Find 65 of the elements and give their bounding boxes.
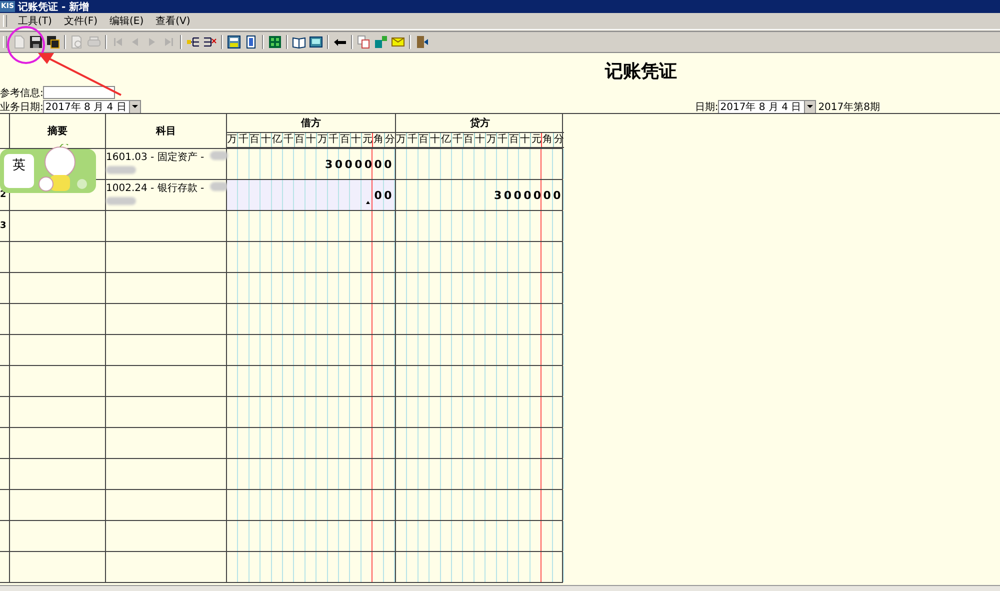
column-header: 贷方 xyxy=(470,116,490,130)
voucher-title: 记账凭证 xyxy=(605,60,677,83)
digit-unit: 百 xyxy=(464,133,475,147)
digit-unit: 十 xyxy=(350,133,362,147)
digit-unit: 角 xyxy=(542,133,554,147)
digit-unit: 角 xyxy=(373,133,385,147)
digit-unit: 万 xyxy=(396,133,408,147)
grid-icon[interactable] xyxy=(267,34,283,50)
digit-unit: 十 xyxy=(260,133,272,147)
period-label: 2017年第8期 xyxy=(818,100,880,114)
blurred-text xyxy=(210,151,228,160)
menu-item[interactable]: 编辑(E) xyxy=(105,14,148,28)
digit-unit: 百 xyxy=(250,133,261,147)
reference-field[interactable] xyxy=(43,86,116,99)
window-title: 记账凭证 - 新增 xyxy=(18,0,90,14)
digit-unit: 千 xyxy=(497,133,509,147)
row-number: 3 xyxy=(0,221,6,231)
digit-unit: 万 xyxy=(486,133,498,147)
transfer-icon[interactable] xyxy=(373,34,389,50)
digit-unit: 十 xyxy=(306,133,318,147)
date-dropdown[interactable]: 2017年 8 月 4 日 xyxy=(43,100,142,114)
field-label: 日期: xyxy=(694,100,718,114)
digit-unit: 元 xyxy=(531,133,542,147)
digit-unit: 千 xyxy=(328,133,340,147)
digit-unit: 万 xyxy=(227,133,238,147)
copy-icon[interactable] xyxy=(356,34,372,50)
menu-item[interactable]: 工具(T) xyxy=(14,14,56,28)
digit-unit: 百 xyxy=(340,133,351,147)
digit-unit: 百 xyxy=(508,133,520,147)
column-header: 科目 xyxy=(156,124,176,138)
account-text: 1002.24 - 银行存款 - xyxy=(106,182,204,195)
menu-item[interactable]: 查看(V) xyxy=(152,14,194,28)
digit-unit: 千 xyxy=(283,133,295,147)
field-label: 业务日期: xyxy=(0,100,44,114)
column-header: 借方 xyxy=(301,116,321,130)
save-icon[interactable] xyxy=(28,34,44,50)
digit-unit: 千 xyxy=(407,133,419,147)
cursor-icon xyxy=(366,201,370,204)
digit-unit: 十 xyxy=(520,133,532,147)
blurred-text xyxy=(106,166,136,174)
digit-unit: 千 xyxy=(238,133,250,147)
digit-unit: 分 xyxy=(384,133,395,147)
blurred-text xyxy=(106,197,136,205)
digit-unit: 万 xyxy=(317,133,328,147)
monitor-icon[interactable] xyxy=(308,34,324,50)
annotation-circle xyxy=(6,25,46,65)
digit-unit: 百 xyxy=(294,133,306,147)
digit-unit: 元 xyxy=(362,133,374,147)
digit-unit: 百 xyxy=(418,133,430,147)
exit-icon[interactable] xyxy=(414,34,430,50)
blurred-text xyxy=(210,182,228,191)
save-all-icon[interactable] xyxy=(45,34,61,50)
field-label: 参考信息: xyxy=(0,86,44,100)
column-header: 摘要 xyxy=(48,124,68,138)
digit-unit: 千 xyxy=(452,133,464,147)
digit-unit: 十 xyxy=(474,133,486,147)
digit-unit: 亿 xyxy=(272,133,284,147)
date-dropdown[interactable]: 2017年 8 月 4 日 xyxy=(718,100,816,114)
ime-mode-label[interactable]: 英 xyxy=(4,154,34,188)
account-text: 1601.03 - 固定资产 - xyxy=(106,150,204,164)
calculator-icon[interactable] xyxy=(226,34,242,50)
amount-text: 00 xyxy=(374,189,394,202)
digit-unit: 十 xyxy=(430,133,442,147)
digit-unit: 亿 xyxy=(441,133,452,147)
menu-item[interactable]: 文件(F) xyxy=(60,14,102,28)
